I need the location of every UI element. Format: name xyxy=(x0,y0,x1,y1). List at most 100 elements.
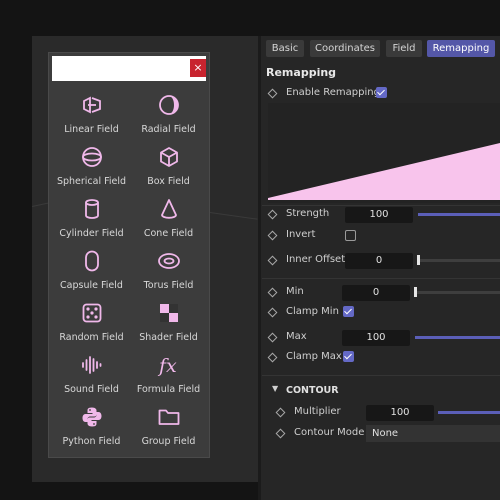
cylinder-field-icon xyxy=(85,199,99,219)
field-item-cone[interactable]: Cone Field xyxy=(130,193,207,245)
field-item-label: Random Field xyxy=(59,332,124,343)
keyframe-diamond-icon[interactable] xyxy=(267,255,278,266)
keyframe-diamond-icon[interactable] xyxy=(275,407,286,418)
field-item-sound[interactable]: Sound Field xyxy=(53,349,130,401)
sound-field-icon xyxy=(82,356,102,374)
field-item-group[interactable]: Group Field xyxy=(130,401,207,453)
box-field-icon xyxy=(160,147,178,167)
invert-row: Invert xyxy=(266,228,500,244)
clamp-max-row: Clamp Max xyxy=(266,350,500,366)
chevron-down-icon[interactable]: ▼ xyxy=(272,384,278,393)
clamp-max-checkbox[interactable] xyxy=(343,351,354,362)
group-field-icon xyxy=(158,409,180,425)
tab-remapping[interactable]: Remapping xyxy=(427,40,495,57)
field-item-cylinder[interactable]: Cylinder Field xyxy=(53,193,130,245)
keyframe-diamond-icon[interactable] xyxy=(275,428,286,439)
keyframe-diamond-icon[interactable] xyxy=(267,209,278,220)
divider xyxy=(262,278,500,279)
field-item-box[interactable]: Box Field xyxy=(130,141,207,193)
field-item-label: Cone Field xyxy=(143,228,194,239)
tab-field[interactable]: Field xyxy=(386,40,422,57)
contour-mode-label: Contour Mode xyxy=(294,427,365,438)
field-item-label: Torus Field xyxy=(143,280,194,291)
strength-slider[interactable] xyxy=(418,213,500,216)
enable-remapping-checkbox[interactable] xyxy=(376,87,387,98)
contour-header[interactable]: CONTOUR xyxy=(286,385,339,396)
field-item-spherical[interactable]: Spherical Field xyxy=(53,141,130,193)
inner-offset-label: Inner Offset xyxy=(286,254,346,265)
spherical-field-icon xyxy=(82,147,102,167)
field-item-label: Linear Field xyxy=(64,124,119,135)
divider xyxy=(262,375,500,376)
clamp-min-row: Clamp Min xyxy=(266,305,500,321)
multiplier-field[interactable]: 100 xyxy=(366,405,434,421)
close-button[interactable]: × xyxy=(190,59,206,77)
formula-field-icon: fx xyxy=(157,355,177,377)
max-slider[interactable] xyxy=(415,336,500,339)
enable-remapping-row: Enable Remapping xyxy=(266,86,500,102)
field-item-label: Python Field xyxy=(62,436,121,447)
viewport-line xyxy=(209,212,258,220)
min-field[interactable]: 0 xyxy=(342,285,410,301)
python-field-icon xyxy=(82,407,102,427)
field-item-formula[interactable]: fx Formula Field xyxy=(130,349,207,401)
field-item-label: Formula Field xyxy=(136,384,201,395)
invert-label: Invert xyxy=(286,229,316,240)
tab-basic[interactable]: Basic xyxy=(266,40,304,57)
field-item-capsule[interactable]: Capsule Field xyxy=(53,245,130,297)
field-item-random[interactable]: Random Field xyxy=(53,297,130,349)
radial-field-icon xyxy=(159,95,179,115)
top-bar xyxy=(0,0,500,36)
multiplier-label: Multiplier xyxy=(294,406,341,417)
shader-field-icon xyxy=(160,304,178,322)
curve-graph xyxy=(268,143,500,200)
field-item-python[interactable]: Python Field xyxy=(53,401,130,453)
remapping-curve[interactable] xyxy=(268,103,500,203)
field-item-label: Group Field xyxy=(141,436,196,447)
invert-checkbox[interactable] xyxy=(345,230,356,241)
field-item-label: Radial Field xyxy=(141,124,196,135)
keyframe-diamond-icon[interactable] xyxy=(267,287,278,298)
field-item-label: Cylinder Field xyxy=(59,228,124,239)
min-label: Min xyxy=(286,286,304,297)
svg-text:fx: fx xyxy=(157,355,177,377)
keyframe-diamond-icon[interactable] xyxy=(267,88,278,99)
inner-offset-field[interactable]: 0 xyxy=(345,253,413,269)
field-item-label: Spherical Field xyxy=(56,176,127,187)
inner-offset-thumb[interactable] xyxy=(417,255,420,265)
field-item-label: Sound Field xyxy=(64,384,119,395)
tab-coordinates[interactable]: Coordinates xyxy=(310,40,380,57)
clamp-max-label: Clamp Max xyxy=(286,351,342,362)
keyframe-diamond-icon[interactable] xyxy=(267,332,278,343)
keyframe-diamond-icon[interactable] xyxy=(267,307,278,318)
max-field[interactable]: 100 xyxy=(342,330,410,346)
field-item-torus[interactable]: Torus Field xyxy=(130,245,207,297)
field-item-label: Box Field xyxy=(147,176,190,187)
keyframe-diamond-icon[interactable] xyxy=(267,230,278,241)
min-thumb[interactable] xyxy=(414,287,417,297)
search-input[interactable] xyxy=(52,56,206,81)
inner-offset-slider[interactable] xyxy=(418,259,500,262)
clamp-min-label: Clamp Min xyxy=(286,306,339,317)
torus-field-icon xyxy=(158,253,180,269)
field-item-label: Capsule Field xyxy=(60,280,123,291)
capsule-field-icon xyxy=(85,250,99,272)
max-label: Max xyxy=(286,331,307,342)
clamp-min-checkbox[interactable] xyxy=(343,306,354,317)
section-title: Remapping xyxy=(266,66,337,79)
contour-mode-dropdown[interactable]: None xyxy=(366,425,500,442)
divider xyxy=(262,205,500,206)
keyframe-diamond-icon[interactable] xyxy=(267,352,278,363)
field-item-label: Shader Field xyxy=(139,332,198,343)
field-picker-popup: × Linear Field Radial Field Spherical Fi… xyxy=(48,52,210,458)
min-slider[interactable] xyxy=(415,291,500,294)
strength-label: Strength xyxy=(286,208,330,219)
field-item-shader[interactable]: Shader Field xyxy=(130,297,207,349)
cone-field-icon xyxy=(161,199,177,219)
field-item-linear[interactable]: Linear Field xyxy=(53,89,130,141)
multiplier-slider[interactable] xyxy=(438,411,500,414)
random-field-icon xyxy=(82,303,102,323)
field-item-radial[interactable]: Radial Field xyxy=(130,89,207,141)
linear-field-icon xyxy=(83,96,101,114)
strength-field[interactable]: 100 xyxy=(345,207,413,223)
